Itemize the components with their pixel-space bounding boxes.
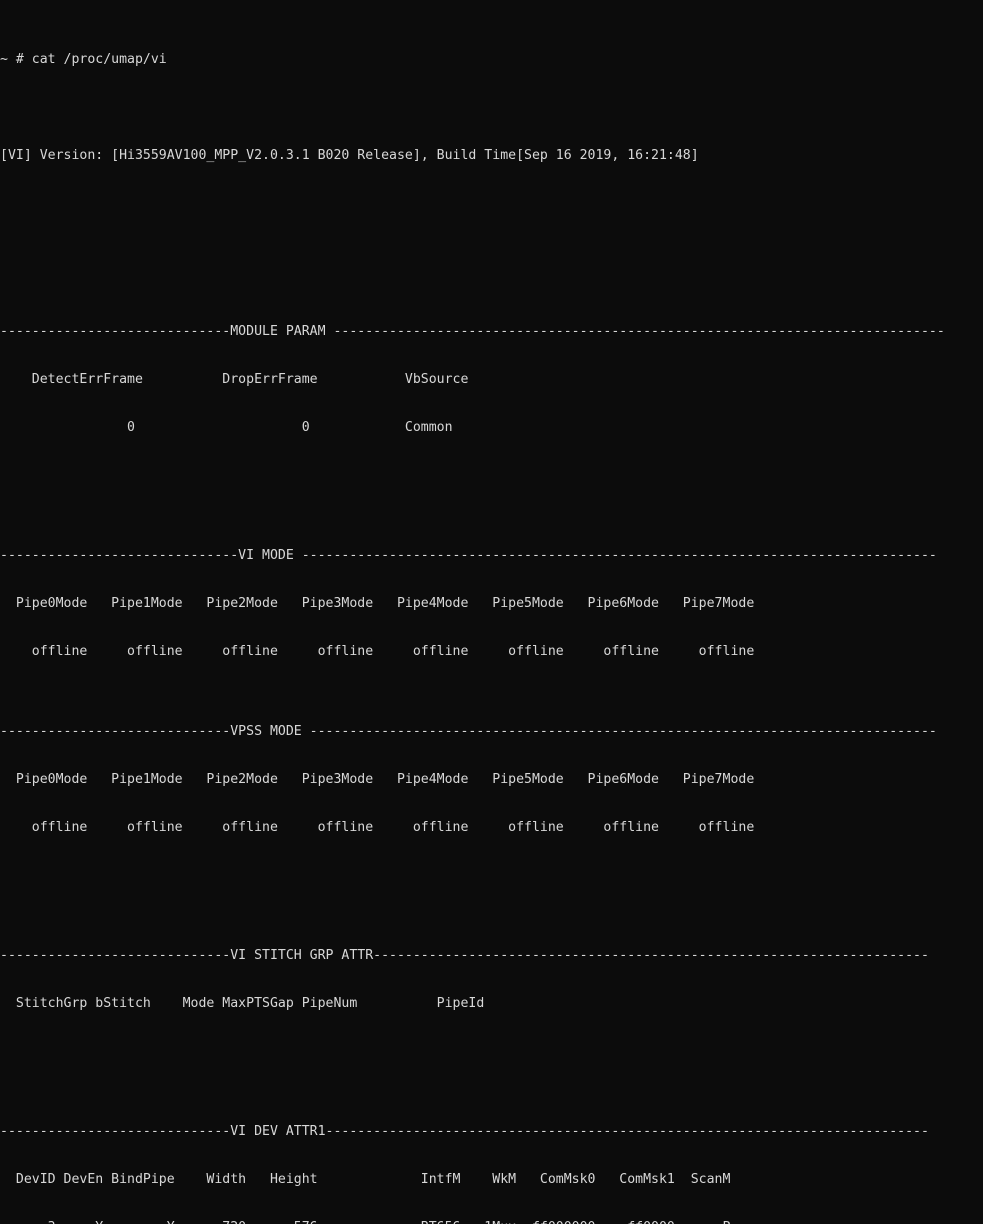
section-values-vi-mode: offline offline offline offline offline … — [0, 644, 755, 659]
section-headers-vi-stitch-grp-attr: StitchGrp bStitch Mode MaxPTSGap PipeNum… — [0, 996, 485, 1011]
section-headers-vi-mode: Pipe0Mode Pipe1Mode Pipe2Mode Pipe3Mode … — [0, 596, 755, 611]
prompt-command-line[interactable]: ~ # cat /proc/umap/vi — [0, 52, 983, 68]
section-separator-vi-mode: ------------------------------VI MODE --… — [0, 548, 937, 563]
section-headers-vi-dev-attr1: DevID DevEn BindPipe Width Height IntfM … — [0, 1172, 731, 1187]
version-line: [VI] Version: [Hi3559AV100_MPP_V2.0.3.1 … — [0, 148, 699, 163]
section-separator-vi-stitch-grp-attr: -----------------------------VI STITCH G… — [0, 948, 929, 963]
section-separator-vpss-mode: -----------------------------VPSS MODE -… — [0, 724, 937, 739]
section-values-module-param: 0 0 Common — [0, 420, 453, 435]
section-separator-vi-dev-attr1: -----------------------------VI DEV ATTR… — [0, 1124, 929, 1139]
terminal-output: ~ # cat /proc/umap/vi [VI] Version: [Hi3… — [0, 0, 983, 1224]
section-separator-module-param: -----------------------------MODULE PARA… — [0, 324, 945, 339]
section-headers-module-param: DetectErrFrame DropErrFrame VbSource — [0, 372, 469, 387]
section-headers-vpss-mode: Pipe0Mode Pipe1Mode Pipe2Mode Pipe3Mode … — [0, 772, 755, 787]
section-values-vi-dev-attr1: 3 Y Y 720 576 BT656 1Mux ff000000 ff0000… — [0, 1220, 983, 1224]
section-values-vpss-mode: offline offline offline offline offline … — [0, 820, 755, 835]
